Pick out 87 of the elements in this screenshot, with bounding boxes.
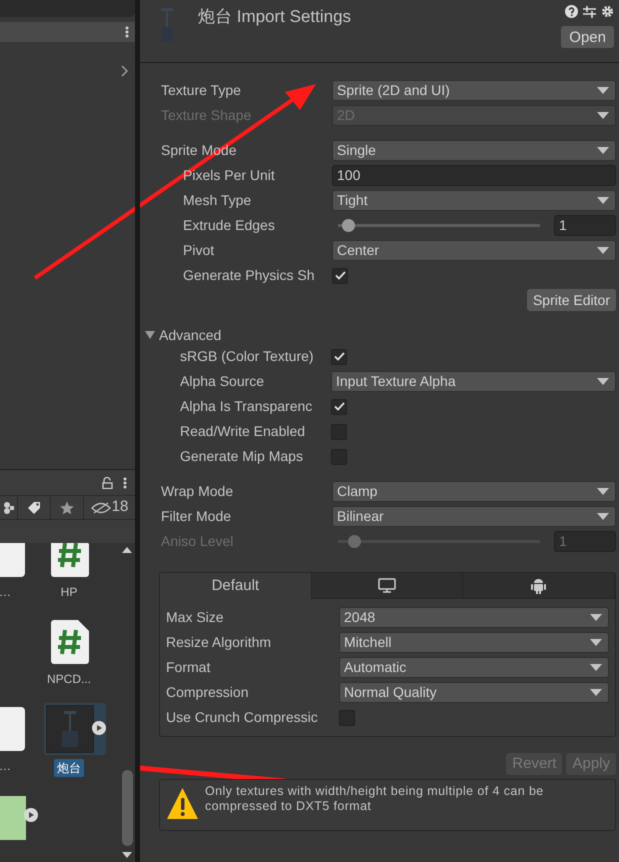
caret-icon	[597, 87, 609, 94]
setting-label: Use Crunch Compressic	[166, 708, 319, 727]
setting-label: Extrude Edges	[182, 216, 276, 235]
more-icon[interactable]	[125, 26, 129, 38]
play-badge-icon	[92, 721, 106, 735]
dropdown[interactable]: Input Texture Alpha	[331, 371, 616, 392]
settings-icon[interactable]	[601, 5, 614, 18]
sprite-editor-button[interactable]: Sprite Editor	[526, 289, 616, 311]
script-file-icon	[51, 620, 89, 664]
slider-thumb[interactable]	[342, 219, 356, 232]
setting-label: Resize Algorithm	[166, 633, 272, 652]
setting-label: Pivot	[182, 241, 216, 260]
setting-label: Generate Mip Maps	[179, 447, 304, 466]
setting-label: Compression	[166, 683, 250, 702]
setting-label: Texture Type	[161, 81, 242, 100]
eye-slash-icon	[90, 502, 111, 514]
lock-icon[interactable]	[102, 476, 113, 488]
setting-label: Max Size	[166, 608, 225, 627]
dropdown[interactable]: 2048	[339, 607, 609, 628]
foldout-arrow-icon[interactable]	[145, 331, 155, 339]
platform-tab[interactable]	[463, 573, 616, 599]
setting-label: Alpha Source	[179, 372, 266, 391]
tag-icon[interactable]	[27, 500, 41, 514]
caret-icon	[590, 664, 602, 671]
dropdown[interactable]: Mitchell	[339, 632, 609, 653]
warning-icon	[166, 787, 199, 820]
help-icon[interactable]	[565, 5, 578, 18]
scroll-down-arrow-icon[interactable]	[122, 852, 132, 858]
checkbox[interactable]	[332, 268, 348, 284]
dropdown[interactable]: Automatic	[339, 657, 609, 678]
checkbox[interactable]	[331, 348, 347, 364]
platform-tab[interactable]: Default	[160, 573, 312, 599]
asset-name[interactable]: …	[0, 583, 14, 601]
turret-icon	[62, 711, 78, 747]
android-icon	[531, 577, 546, 594]
dropdown[interactable]: Single	[332, 140, 616, 161]
preset-sliders-icon[interactable]	[583, 5, 596, 18]
caret-icon	[597, 378, 609, 385]
setting-label: Pixels Per Unit	[182, 166, 276, 185]
caret-icon	[597, 488, 609, 495]
caret-icon	[590, 639, 602, 646]
dropdown[interactable]: Bilinear	[332, 506, 616, 527]
setting-label: Wrap Mode	[161, 482, 234, 501]
sprite-thumbnail[interactable]	[46, 705, 94, 753]
star-icon[interactable]	[60, 500, 74, 514]
dropdown[interactable]: Clamp	[332, 481, 616, 502]
turret-icon	[161, 8, 173, 42]
checkbox[interactable]	[339, 710, 355, 726]
inspector-title: 炮台 Import Settings	[198, 6, 352, 28]
setting-label: Read/Write Enabled	[179, 422, 306, 441]
setting-label: Filter Mode	[161, 507, 232, 526]
search-field[interactable]	[0, 0, 135, 17]
play-badge-icon	[24, 808, 38, 822]
checkbox[interactable]	[331, 398, 347, 414]
dropdown[interactable]: Sprite (2D and UI)	[332, 80, 616, 101]
monitor-icon	[378, 578, 396, 593]
asset-name[interactable]: 炮台	[54, 759, 84, 777]
setting-label: sRGB (Color Texture)	[179, 347, 315, 366]
caret-icon	[597, 247, 609, 254]
scrollbar-thumb[interactable]	[122, 770, 132, 846]
scroll-up-arrow-icon[interactable]	[122, 547, 132, 553]
chevron-right-icon[interactable]	[121, 65, 129, 77]
more-icon[interactable]	[123, 476, 127, 488]
asset-name[interactable]: NPCD...	[44, 670, 94, 688]
foldout-label[interactable]: Advanced	[159, 324, 222, 346]
asset-tile[interactable]	[44, 703, 106, 755]
filter-type-icon[interactable]	[4, 502, 14, 514]
caret-icon	[597, 112, 609, 119]
setting-label: Alpha Is Transparenc	[179, 397, 314, 416]
open-button[interactable]: Open	[561, 26, 614, 48]
number-field[interactable]: 100	[332, 165, 616, 186]
asset-name[interactable]: HP	[58, 583, 80, 601]
caret-icon	[597, 147, 609, 154]
setting-label: Generate Physics Sh	[182, 266, 316, 285]
warning-text: Only textures with width/height being multiple of 4 can be compressed to DXT5 format	[205, 784, 545, 814]
dropdown[interactable]: Normal Quality	[339, 682, 609, 703]
setting-label: Mesh Type	[182, 191, 252, 210]
script-file-icon	[51, 543, 89, 577]
dropdown[interactable]: Tight	[332, 190, 616, 211]
caret-icon	[597, 513, 609, 520]
dropdown[interactable]: Center	[332, 240, 616, 261]
caret-icon	[590, 689, 602, 696]
caret-icon	[590, 614, 602, 621]
number-field[interactable]: 1	[554, 215, 616, 236]
setting-label: Format	[166, 658, 212, 677]
caret-icon	[597, 197, 609, 204]
asset-name[interactable]: …	[0, 757, 14, 775]
